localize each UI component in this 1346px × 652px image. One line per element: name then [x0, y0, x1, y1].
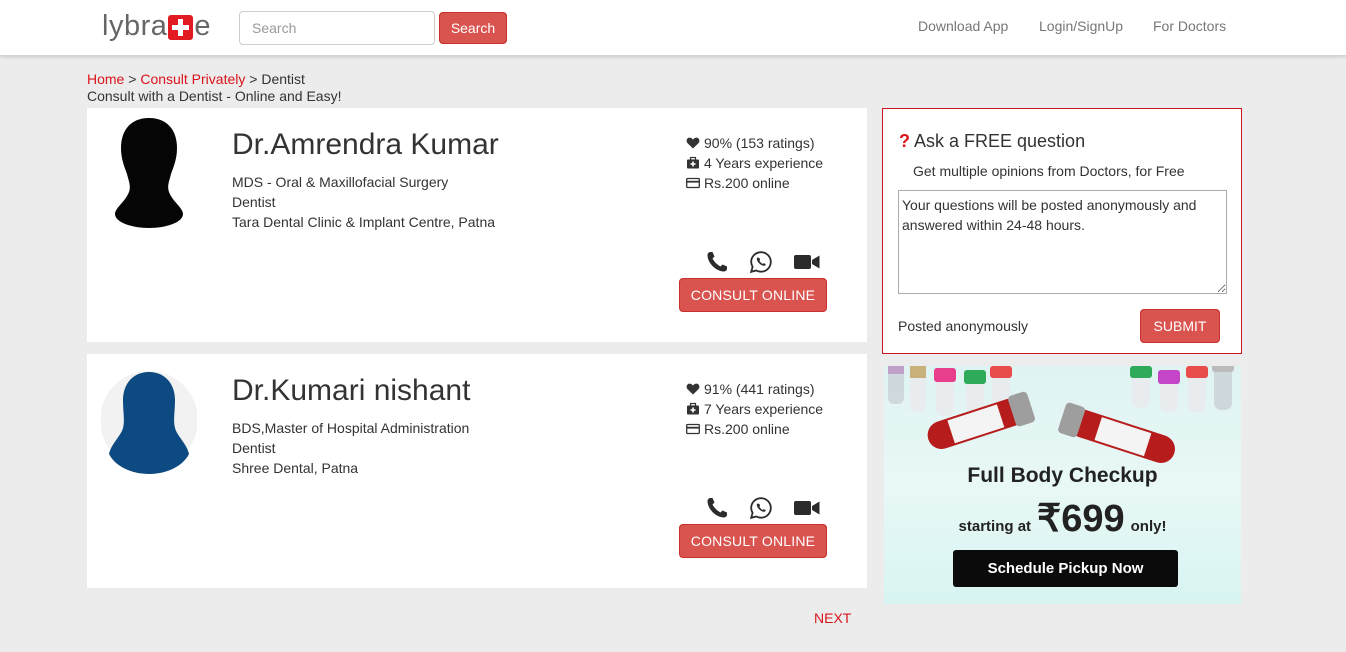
- consult-online-button[interactable]: CONSULT ONLINE: [679, 524, 827, 558]
- doctor-fee: Rs.200 online: [686, 175, 790, 191]
- breadcrumb-current: > Dentist: [245, 71, 305, 87]
- breadcrumb-separator: >: [124, 71, 141, 87]
- whatsapp-icon[interactable]: [749, 250, 773, 274]
- ask-title-text: Ask a FREE question: [914, 131, 1086, 151]
- doctor-rating: 91% (441 ratings): [686, 381, 815, 397]
- credit-card-icon: [686, 177, 700, 189]
- male-avatar-icon[interactable]: [101, 116, 197, 228]
- posted-anonymously-label: Posted anonymously: [898, 318, 1028, 334]
- nav-for-doctors[interactable]: For Doctors: [1153, 18, 1226, 34]
- fee-text: Rs.200 online: [704, 421, 790, 437]
- ask-title: ? Ask a FREE question: [899, 131, 1085, 152]
- female-avatar-icon[interactable]: [101, 362, 197, 474]
- video-camera-icon[interactable]: [793, 250, 821, 274]
- starting-at-text: starting at: [958, 518, 1032, 535]
- breadcrumb: Home > Consult Privately > Dentist: [87, 71, 305, 87]
- only-text: only!: [1130, 518, 1167, 535]
- breadcrumb-consult-privately[interactable]: Consult Privately: [140, 71, 245, 87]
- fee-text: Rs.200 online: [704, 175, 790, 191]
- medical-kit-icon: [687, 402, 699, 415]
- ask-question-panel: ? Ask a FREE question Get multiple opini…: [882, 108, 1242, 354]
- logo-text-right: e: [194, 10, 211, 42]
- contact-options: [705, 496, 823, 520]
- doctor-clinic: Tara Dental Clinic & Implant Centre, Pat…: [232, 214, 496, 230]
- medical-cross-icon: [168, 15, 194, 40]
- search-input[interactable]: [239, 11, 435, 45]
- consult-online-button[interactable]: CONSULT ONLINE: [679, 278, 827, 312]
- rating-text: 90% (153 ratings): [704, 135, 815, 151]
- nav-download-app[interactable]: Download App: [918, 18, 1008, 34]
- price-text: ₹699: [1037, 498, 1125, 540]
- doctor-experience: 4 Years experience: [686, 155, 823, 171]
- heart-icon: [686, 137, 700, 149]
- doctor-card: Dr.Amrendra Kumar MDS - Oral & Maxillofa…: [87, 108, 867, 342]
- top-header: lybrae Search Download App Login/SignUp …: [0, 0, 1346, 56]
- experience-text: 7 Years experience: [704, 401, 824, 417]
- page-subtitle: Consult with a Dentist - Online and Easy…: [87, 88, 342, 104]
- logo-text-left: lybra: [102, 10, 168, 42]
- search-button[interactable]: Search: [439, 12, 507, 44]
- phone-icon[interactable]: [705, 496, 729, 520]
- nav-login-signup[interactable]: Login/SignUp: [1039, 18, 1123, 34]
- blood-test-tubes-image: [888, 366, 1234, 463]
- doctor-clinic: Shree Dental, Patna: [232, 460, 359, 476]
- submit-button[interactable]: SUBMIT: [1140, 309, 1220, 343]
- doctor-specialty: Dentist: [232, 440, 276, 456]
- doctor-qualification: MDS - Oral & Maxillofacial Surgery: [232, 174, 449, 190]
- full-body-checkup-banner[interactable]: Full Body Checkup starting at ₹699 only!…: [884, 366, 1241, 604]
- heart-icon: [686, 383, 700, 395]
- banner-price: starting at ₹699 only!: [884, 496, 1241, 541]
- banner-title: Full Body Checkup: [967, 464, 1158, 487]
- medical-kit-icon: [687, 156, 699, 169]
- ask-subtitle: Get multiple opinions from Doctors, for …: [913, 163, 1185, 179]
- phone-icon[interactable]: [705, 250, 729, 274]
- doctor-experience: 7 Years experience: [686, 401, 823, 417]
- whatsapp-icon[interactable]: [749, 496, 773, 520]
- contact-options: [705, 250, 823, 274]
- video-camera-icon[interactable]: [793, 496, 821, 520]
- question-mark-icon: ?: [899, 131, 910, 151]
- next-page-link[interactable]: NEXT: [814, 610, 851, 626]
- schedule-pickup-button[interactable]: Schedule Pickup Now: [953, 550, 1178, 587]
- credit-card-icon: [686, 423, 700, 435]
- logo[interactable]: lybra e: [102, 10, 211, 43]
- doctor-name[interactable]: Dr.Amrendra Kumar: [232, 128, 499, 162]
- experience-text: 4 Years experience: [704, 155, 824, 171]
- doctor-rating: 90% (153 ratings): [686, 135, 815, 151]
- doctor-name[interactable]: Dr.Kumari nishant: [232, 374, 470, 408]
- rating-text: 91% (441 ratings): [704, 381, 815, 397]
- doctor-fee: Rs.200 online: [686, 421, 790, 437]
- doctor-card: Dr.Kumari nishant BDS,Master of Hospital…: [87, 354, 867, 588]
- question-textarea[interactable]: Your questions will be posted anonymousl…: [898, 190, 1227, 294]
- breadcrumb-home[interactable]: Home: [87, 71, 124, 87]
- doctor-qualification: BDS,Master of Hospital Administration: [232, 420, 470, 436]
- doctor-specialty: Dentist: [232, 194, 276, 210]
